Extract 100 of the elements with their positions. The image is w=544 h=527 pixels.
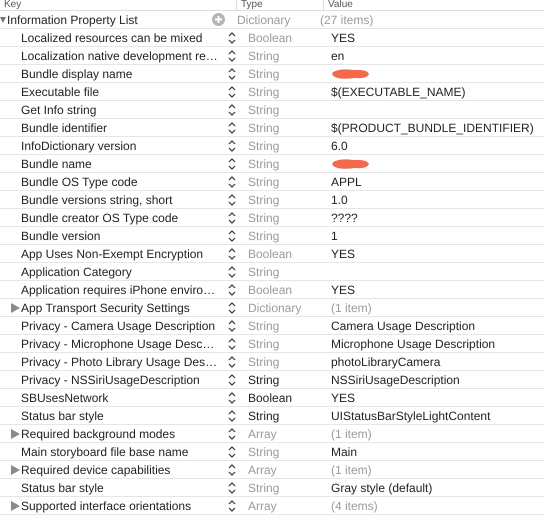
- column-header[interactable]: Value: [324, 0, 353, 10]
- type-label: Boolean: [248, 390, 294, 404]
- type-label: String: [248, 318, 280, 332]
- stepper-icon[interactable]: [228, 444, 236, 458]
- type-label: Array: [248, 426, 278, 440]
- value-label: $(EXECUTABLE_NAME): [331, 84, 466, 98]
- key-label: Executable file: [21, 84, 100, 98]
- stepper-icon[interactable]: [228, 264, 236, 278]
- type-label: Boolean: [248, 282, 294, 296]
- key-label: Required background modes: [21, 426, 176, 440]
- value-label: YES: [331, 282, 356, 296]
- column-header[interactable]: Type: [237, 0, 324, 10]
- type-label: Boolean: [248, 246, 294, 260]
- value-label: NSSiriUsageDescription: [331, 372, 460, 386]
- key-label: Bundle name: [21, 156, 93, 170]
- value-label: (1 item): [331, 300, 372, 314]
- type-label: Array: [248, 462, 278, 476]
- stepper-icon[interactable]: [228, 480, 236, 494]
- key-label: Privacy - Microphone Usage Desc…: [21, 336, 216, 350]
- stepper-icon[interactable]: [228, 462, 236, 476]
- key-label: Status bar style: [21, 480, 105, 494]
- stepper-icon[interactable]: [228, 30, 236, 44]
- stepper-icon[interactable]: [228, 426, 236, 440]
- value-label: YES: [331, 246, 356, 260]
- type-label: String: [248, 228, 280, 242]
- key-label: Required device capabilities: [21, 462, 172, 476]
- type-label: String: [248, 84, 280, 98]
- value-label: (1 item): [331, 462, 372, 476]
- key-label: Status bar style: [21, 408, 105, 422]
- key-label: Bundle display name: [21, 66, 134, 80]
- disclosure-triangle-icon[interactable]: [11, 428, 20, 438]
- value-label: YES: [331, 390, 356, 404]
- type-label: Boolean: [248, 30, 294, 44]
- key-label: Privacy - NSSiriUsageDescription: [21, 372, 201, 386]
- key-label: SBUsesNetwork: [21, 390, 110, 404]
- column-header[interactable]: Key: [0, 0, 237, 10]
- value-label: photoLibraryCamera: [331, 354, 440, 368]
- disclosure-triangle-icon[interactable]: [11, 302, 20, 312]
- type-label: String: [248, 48, 280, 62]
- type-label: String: [248, 120, 280, 134]
- value-label: 1: [331, 228, 338, 242]
- stepper-icon[interactable]: [228, 174, 236, 188]
- stepper-icon[interactable]: [228, 300, 236, 314]
- key-label: Bundle version: [21, 228, 102, 242]
- key-label: Supported interface orientations: [21, 498, 192, 512]
- key-label: Bundle versions string, short: [21, 192, 174, 206]
- type-label: String: [248, 372, 280, 386]
- type-label: String: [248, 138, 280, 152]
- key-label: Get Info string: [21, 102, 98, 116]
- stepper-icon[interactable]: [228, 318, 236, 332]
- stepper-icon[interactable]: [228, 84, 236, 98]
- type-label: Array: [248, 498, 278, 512]
- disclosure-triangle-icon[interactable]: [0, 16, 6, 22]
- type-label: String: [248, 102, 280, 116]
- value-label: 6.0: [331, 138, 348, 152]
- stepper-icon[interactable]: [228, 372, 236, 386]
- type-label: String: [248, 480, 280, 494]
- stepper-icon[interactable]: [228, 336, 236, 350]
- stepper-icon[interactable]: [228, 390, 236, 404]
- key-label: Privacy - Camera Usage Description: [21, 318, 216, 332]
- key-label: Application requires iPhone enviro…: [21, 282, 216, 296]
- value-label: Gray style (default): [331, 480, 432, 494]
- value-label: en: [331, 48, 344, 62]
- stepper-icon[interactable]: [228, 498, 236, 512]
- stepper-icon[interactable]: [228, 282, 236, 296]
- disclosure-triangle-icon[interactable]: [11, 500, 20, 510]
- stepper-icon[interactable]: [228, 408, 236, 422]
- value-label: APPL: [331, 174, 362, 188]
- stepper-icon[interactable]: [228, 138, 236, 152]
- value-label: Camera Usage Description: [331, 318, 476, 332]
- stepper-icon[interactable]: [228, 354, 236, 368]
- type-label: String: [248, 210, 280, 224]
- stepper-icon[interactable]: [228, 228, 236, 242]
- type-label: String: [248, 354, 280, 368]
- value-label: 1.0: [331, 192, 348, 206]
- stepper-icon[interactable]: [228, 246, 236, 260]
- key-label: Bundle OS Type code: [21, 174, 139, 188]
- stepper-icon[interactable]: [228, 156, 236, 170]
- value-label: Main: [331, 444, 358, 458]
- key-label: Localized resources can be mixed: [21, 30, 204, 44]
- stepper-icon[interactable]: [228, 192, 236, 206]
- stepper-icon[interactable]: [228, 120, 236, 134]
- type-label: String: [248, 174, 280, 188]
- redaction-mark: [331, 68, 371, 80]
- type-label: String: [248, 408, 280, 422]
- type-label: Dictionary: [248, 300, 302, 314]
- stepper-icon[interactable]: [228, 102, 236, 116]
- value-label: YES: [331, 30, 356, 44]
- key-label: App Uses Non-Exempt Encryption: [21, 246, 204, 260]
- key-label: Bundle identifier: [21, 120, 108, 134]
- stepper-icon[interactable]: [228, 48, 236, 62]
- type-label: String: [248, 156, 280, 170]
- value-label: UIStatusBarStyleLightContent: [331, 408, 490, 422]
- value-label: (1 item): [331, 426, 372, 440]
- type-label: Dictionary: [237, 12, 292, 26]
- value-label: (4 items): [331, 498, 378, 512]
- stepper-icon[interactable]: [228, 210, 236, 224]
- disclosure-triangle-icon[interactable]: [11, 464, 20, 474]
- type-label: String: [248, 264, 280, 278]
- stepper-icon[interactable]: [228, 66, 236, 80]
